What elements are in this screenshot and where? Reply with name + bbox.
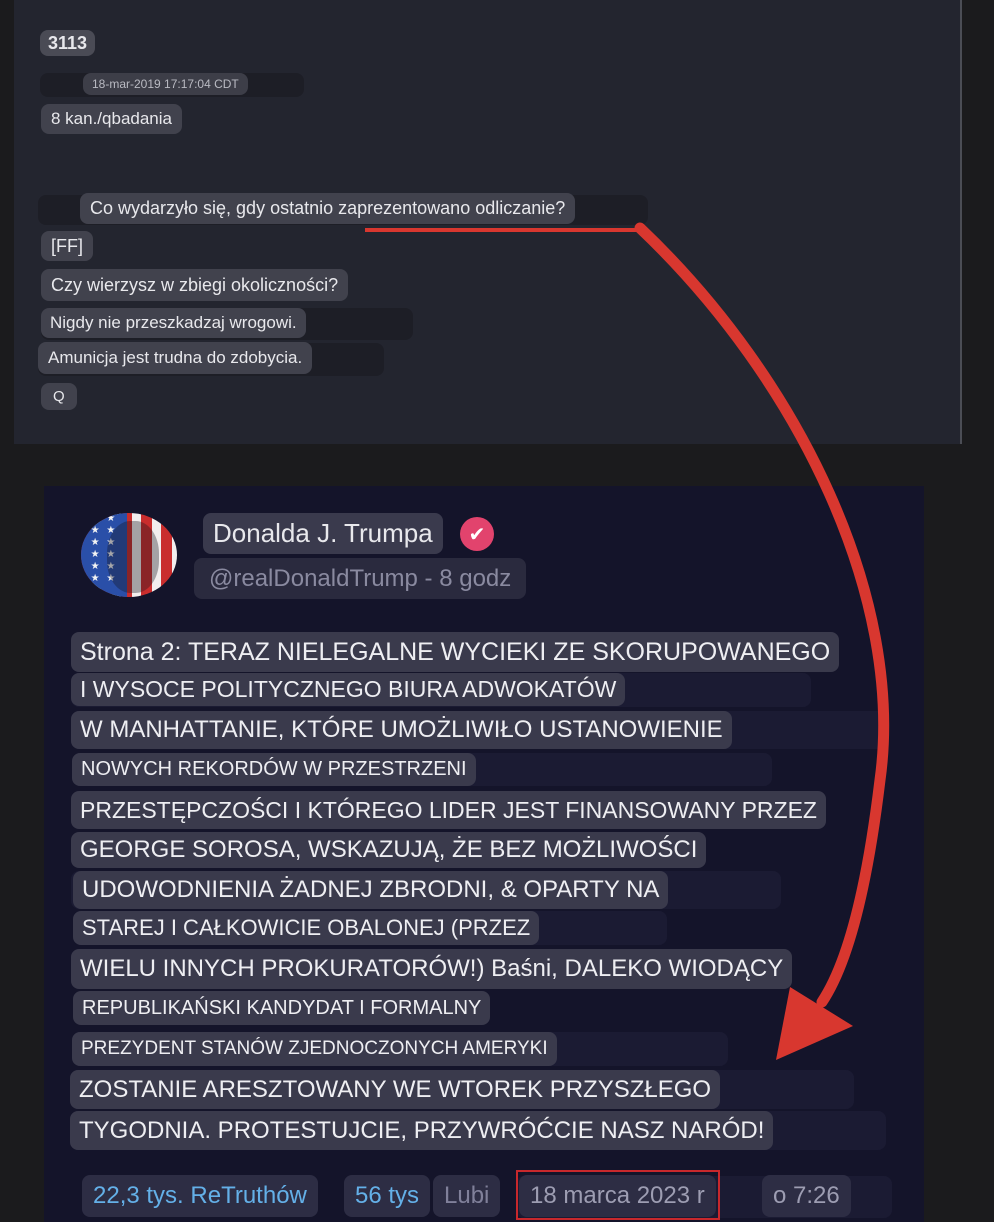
post-text-line: PRZESTĘPCZOŚCI I KTÓREGO LIDER JEST FINA…: [71, 791, 826, 829]
post-text-line: W MANHATTANIE, KTÓRE UMOŻLIWIŁO USTANOWI…: [71, 711, 732, 749]
date-highlight-box: [516, 1170, 720, 1220]
post-time[interactable]: o 7:26: [762, 1175, 851, 1217]
author-handle[interactable]: @realDonaldTrump - 8 godz: [194, 558, 527, 599]
likes-label[interactable]: Lubi: [433, 1175, 501, 1217]
qpost-line: Co wydarzyło się, gdy ostatnio zaprezent…: [80, 193, 576, 224]
post-text-line: STAREJ I CAŁKOWICIE OBALONEJ (PRZEZ: [73, 911, 540, 945]
post-text-line: I WYSOCE POLITYCZNEGO BIURA ADWOKATÓW: [71, 673, 626, 706]
underline-highlight: [365, 228, 645, 232]
post-text-line: TYGODNIA. PROTESTUJCIE, PRZYWRÓĆCIE NASZ…: [70, 1111, 774, 1150]
qpost-line: Amunicja jest trudna do zdobycia.: [38, 342, 313, 374]
post-text-line: Strona 2: TERAZ NIELEGALNE WYCIEKI ZE SK…: [71, 632, 840, 672]
retruths-count[interactable]: 22,3 tys. ReTruthów: [82, 1175, 318, 1217]
qpost-line: Czy wierzysz w zbiegi okoliczności?: [41, 269, 349, 301]
qpost-line: [FF]: [41, 231, 93, 261]
avatar[interactable]: ★ ★ ★ ★ ★ ★ ★ ★ ★ ★ ★ ★: [81, 513, 177, 597]
post-timestamp: 18-mar-2019 17:17:04 CDT: [83, 73, 248, 95]
post-number: 3113: [40, 30, 96, 56]
portrait-silhouette: [107, 521, 159, 593]
post-text-line: WIELU INNYCH PROKURATORÓW!) Baśni, DALEK…: [71, 949, 793, 989]
post-text-line: REPUBLIKAŃSKI KANDYDAT I FORMALNY: [73, 991, 491, 1025]
post-text-line: ZOSTANIE ARESZTOWANY WE WTOREK PRZYSZŁEG…: [70, 1070, 721, 1109]
post-text-line: NOWYCH REKORDÓW W PRZESTRZENI: [72, 753, 476, 786]
post-text-line: UDOWODNIENIA ŻADNEJ ZBRODNI, & OPARTY NA: [73, 871, 669, 909]
post-text-line: PREZYDENT STANÓW ZJEDNOCZONYCH AMERYKI: [72, 1032, 557, 1066]
likes-count[interactable]: 56 tys: [344, 1175, 431, 1217]
qpost-signature: Q: [41, 383, 77, 410]
check-badge-icon: ✔: [460, 517, 494, 551]
post-text-line: GEORGE SOROSA, WSKAZUJĄ, ŻE BEZ MOŻLIWOŚ…: [71, 832, 707, 868]
board-name: 8 kan./qbadania: [41, 104, 182, 134]
qpost-line: Nigdy nie przeszkadzaj wrogowi.: [41, 308, 306, 338]
author-name[interactable]: Donalda J. Trumpa: [203, 513, 443, 554]
